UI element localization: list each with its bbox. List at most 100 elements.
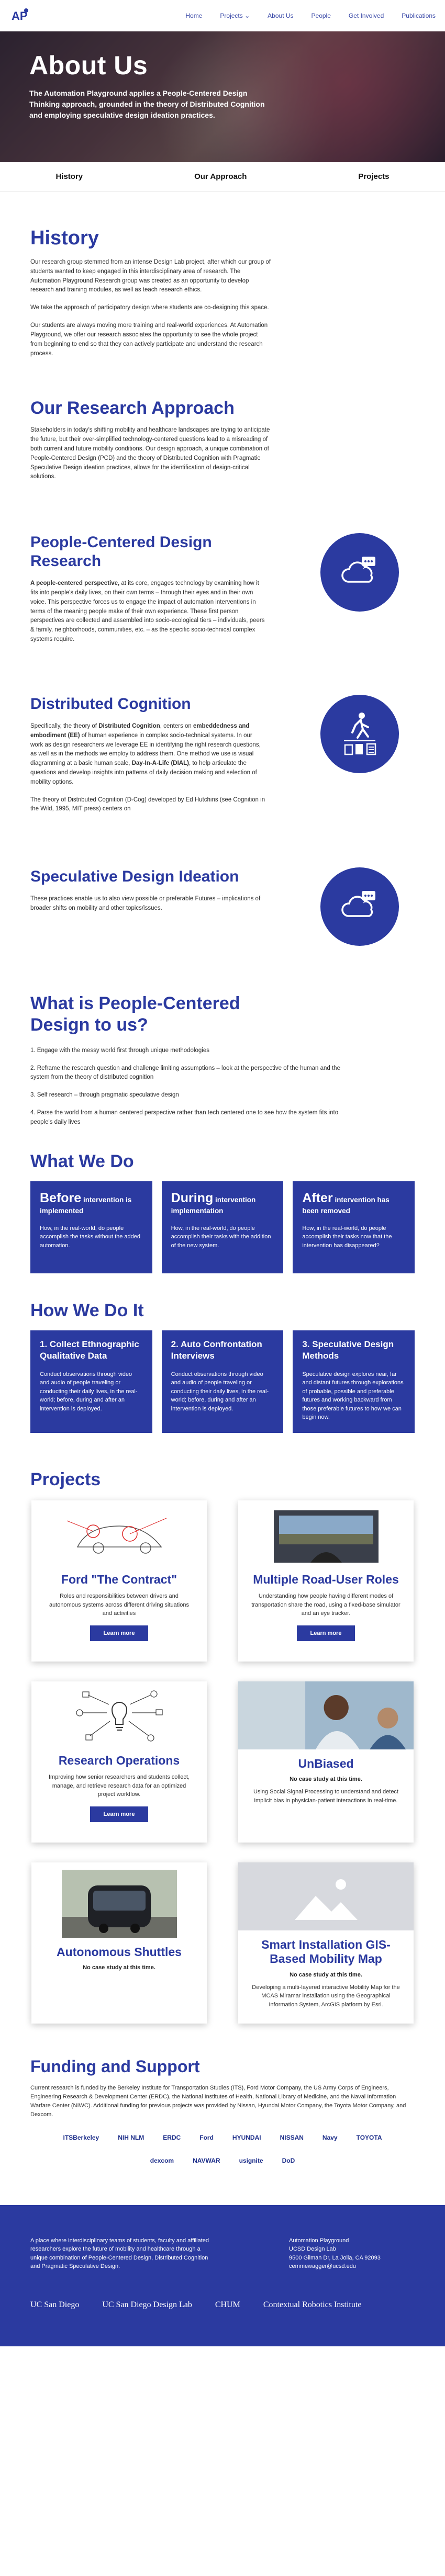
hero-content: About Us The Automation Playground appli… [29, 50, 270, 121]
card-title-big: Before [40, 1190, 82, 1205]
usignite-logo: usignite [239, 2156, 263, 2164]
tab-our-approach[interactable]: Our Approach [194, 172, 247, 181]
list-item: 3. Self research – through pragmatic spe… [30, 1092, 179, 1099]
project-card-ford: Ford "The Contract" Roles and responsibi… [31, 1500, 207, 1662]
project-title: UnBiased [298, 1756, 354, 1770]
approach-text: Stakeholders in today's shifting mobilit… [30, 427, 270, 480]
main-nav: Home Projects ⌄ About Us People Get Invo… [185, 12, 436, 19]
automation-playground-logo[interactable]: AP [9, 4, 32, 27]
dc-paragraph-2: The theory of Distributed Cognition (D-C… [30, 796, 265, 812]
footer-description: A place where interdisciplinary teams of… [30, 2237, 209, 2270]
project-title: Smart Installation GIS-Based Mobility Ma… [261, 1937, 391, 1966]
card-text: Conduct observations through video and a… [40, 1371, 138, 1412]
ford-logo: Ford [199, 2133, 214, 2141]
chum-logo[interactable]: CHUM [215, 2300, 240, 2310]
project-description: Roles and responsibilities between drive… [49, 1593, 189, 1617]
card-text: Speculative design explores near, far an… [302, 1371, 404, 1421]
footer-email[interactable]: cemmewagger@ucsd.edu [289, 2262, 415, 2271]
what-is-pcd-title: What is People-Centered Design to us? [30, 993, 240, 1035]
project-card-unbiased: UnBiased No case study at this time. Usi… [238, 1681, 414, 1843]
how-we-do-it-section: How We Do It 1. Collect Ethnographic Qua… [0, 1273, 445, 1433]
history-paragraph: We take the approach of participatory de… [30, 304, 269, 311]
footer-street: 9500 Gilman Dr, La Jolla, CA 92093 [289, 2254, 381, 2261]
card-text: Conduct observations through video and a… [171, 1371, 269, 1412]
project-card-research-ops: Research Operations Improving how senior… [31, 1681, 207, 1843]
footer-row: A place where interdisciplinary teams of… [30, 2236, 415, 2271]
history-title: History [30, 227, 99, 249]
pcd-body: at its core, engages technology by exami… [30, 580, 265, 643]
ucsd-logo[interactable]: UC San Diego [30, 2300, 79, 2310]
dc-text: , centers on [160, 722, 194, 729]
dc-text-block: Distributed Cognition Specifically, the … [30, 695, 266, 822]
card-title: During intervention implementation [171, 1190, 274, 1216]
nissan-logo: NISSAN [280, 2133, 304, 2141]
dexcom-logo: dexcom [150, 2156, 174, 2164]
nav-publications[interactable]: Publications [402, 12, 436, 19]
approach-section: Our Research Approach Stakeholders in to… [0, 367, 445, 482]
dc-paragraph: Specifically, the theory of Distributed … [30, 722, 266, 787]
list-item: 1. Engage with the messy world first thr… [30, 1047, 210, 1054]
funding-title: Funding and Support [30, 2057, 200, 2076]
card-title-big: During [171, 1190, 214, 1205]
nav-projects[interactable]: Projects ⌄ [220, 12, 250, 19]
nav-people[interactable]: People [312, 12, 331, 19]
approach-title: Our Research Approach [30, 398, 235, 419]
car-sketch-illustration [44, 1508, 194, 1565]
pcd-principles-list: 1. Engage with the messy world first thr… [30, 1046, 344, 1127]
project-title: Ford "The Contract" [61, 1572, 177, 1586]
doctor-patient-photo [238, 1681, 414, 1749]
nav-about-us[interactable]: About Us [268, 12, 293, 19]
method-card: 1. Collect Ethnographic Qualitative Data… [30, 1330, 152, 1433]
list-item: 4. Parse the world from a human centered… [30, 1110, 339, 1125]
learn-more-button[interactable]: Learn more [296, 1625, 355, 1641]
learn-more-button[interactable]: Learn more [90, 1625, 149, 1641]
tab-projects[interactable]: Projects [358, 172, 389, 181]
projects-section: Projects Ford "The Contract" Roles and r… [0, 1433, 445, 2024]
card-title: Before intervention is implemented [40, 1190, 143, 1216]
project-card-road-users: Multiple Road-User Roles Understanding h… [238, 1500, 414, 1662]
project-title: Autonomous Shuttles [57, 1945, 182, 1959]
card-title: After intervention has been removed [302, 1190, 405, 1216]
dc-text: Specifically, the theory of [30, 722, 99, 729]
pcd-title: People-Centered Design Research [30, 534, 212, 570]
what-we-do-title: What We Do [30, 1151, 134, 1171]
project-description: Using Social Signal Processing to unders… [253, 1789, 398, 1804]
history-paragraph: Our research group stemmed from an inten… [30, 259, 271, 293]
funding-section: Funding and Support Current research is … [0, 2024, 445, 2168]
navwar-logo: NAVWAR [193, 2156, 220, 2164]
contextual-robotics-logo[interactable]: Contextual Robotics Institute [263, 2300, 362, 2310]
ucsd-design-lab-logo[interactable]: UC San Diego Design Lab [102, 2300, 192, 2310]
card-title: 2. Auto Confrontation Interviews [171, 1339, 262, 1361]
history-section: History Our research group stemmed from … [0, 191, 445, 358]
sdi-text: These practices enable us to also view p… [30, 896, 261, 911]
what-is-pcd-section: What is People-Centered Design to us? 1.… [0, 946, 445, 1127]
tab-history[interactable]: History [55, 172, 83, 181]
project-note: No case study at this time. [83, 1964, 155, 1971]
method-card: 3. Speculative Design Methods Speculativ… [293, 1330, 415, 1433]
before-card: Before intervention is implemented How, … [30, 1181, 152, 1273]
how-we-do-it-cards: 1. Collect Ethnographic Qualitative Data… [30, 1330, 415, 1433]
project-description: Understanding how people having differen… [251, 1593, 400, 1617]
nav-get-involved[interactable]: Get Involved [349, 12, 384, 19]
card-text: How, in the real-world, do people accomp… [171, 1225, 271, 1249]
footer-lab: UCSD Design Lab [289, 2246, 336, 2253]
pcd-text-block: People-Centered Design Research A people… [30, 533, 266, 653]
hero-subtitle: The Automation Playground applies a Peop… [29, 89, 265, 119]
card-title: 3. Speculative Design Methods [302, 1339, 394, 1361]
learn-more-button[interactable]: Learn more [90, 1806, 149, 1822]
hero-title: About Us [29, 51, 148, 80]
cloud-chat-icon [320, 533, 399, 612]
cloud-chat-icon [320, 867, 399, 946]
nav-home[interactable]: Home [185, 12, 202, 19]
project-title: Multiple Road-User Roles [253, 1572, 399, 1586]
distributed-cognition-section: Distributed Cognition Specifically, the … [0, 653, 445, 822]
dod-logo: DoD [282, 2156, 295, 2164]
pcd-lead: A people-centered perspective, [30, 580, 120, 587]
nih-nlm-logo: NIH NLM [118, 2133, 144, 2141]
erdc-logo: ERDC [163, 2133, 181, 2141]
project-note: No case study at this time. [290, 1776, 362, 1783]
pcd-text: A people-centered perspective, at its co… [30, 579, 266, 645]
project-title: Research Operations [58, 1753, 180, 1767]
image-placeholder-icon [238, 1862, 414, 1930]
speculative-design-section: Speculative Design Ideation These practi… [0, 822, 445, 946]
